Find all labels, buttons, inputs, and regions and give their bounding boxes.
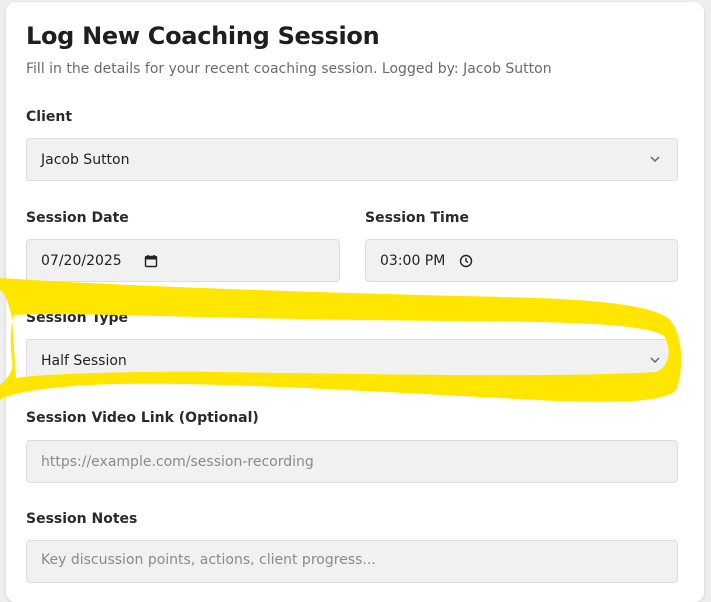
session-time-value: 03:00 PM <box>380 252 446 269</box>
video-link-placeholder: https://example.com/session-recording <box>41 453 314 470</box>
client-label: Client <box>26 109 73 125</box>
session-notes-textarea[interactable]: Key discussion points, actions, client p… <box>26 540 678 583</box>
video-link-label: Session Video Link (Optional) <box>26 410 259 426</box>
session-type-select[interactable]: Half Session <box>26 339 678 382</box>
session-time-input[interactable]: 03:00 PM <box>365 239 678 282</box>
session-time-label: Session Time <box>365 210 469 226</box>
session-type-value: Half Session <box>41 352 127 369</box>
chevron-down-icon <box>650 156 660 163</box>
chevron-down-icon <box>650 357 660 364</box>
client-select-value: Jacob Sutton <box>41 151 130 168</box>
session-date-input[interactable]: 07/20/2025 <box>26 239 340 282</box>
calendar-icon[interactable] <box>144 254 158 268</box>
session-notes-placeholder: Key discussion points, actions, client p… <box>41 552 376 568</box>
session-date-label: Session Date <box>26 210 129 226</box>
session-type-label: Session Type <box>26 310 129 326</box>
video-link-input[interactable]: https://example.com/session-recording <box>26 440 678 483</box>
clock-icon[interactable] <box>459 254 473 268</box>
client-select[interactable]: Jacob Sutton <box>26 138 678 181</box>
page-subtitle: Fill in the details for your recent coac… <box>26 61 552 77</box>
session-date-value: 07/20/2025 <box>41 252 122 269</box>
session-notes-label: Session Notes <box>26 511 138 527</box>
page-title: Log New Coaching Session <box>26 22 380 50</box>
